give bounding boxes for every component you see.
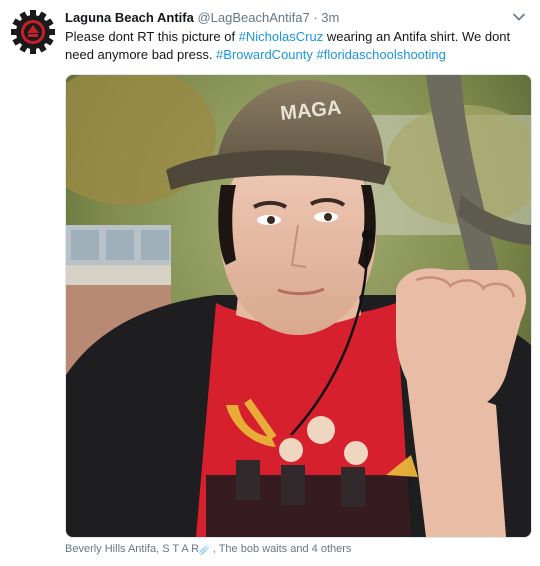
photo-illustration: MAGA [66,75,531,537]
display-name[interactable]: Laguna Beach Antifa [65,10,194,25]
chevron-down-icon[interactable] [512,10,526,24]
tweet-timestamp[interactable]: 3m [321,10,339,25]
hashtag-link-browardcounty[interactable]: #BrowardCounty [216,47,313,62]
hashtag-link-floridaschoolshooting[interactable]: #floridaschoolshooting [317,47,446,62]
user-handle[interactable]: @LagBeachAntifa7 [197,10,309,25]
separator-dot: · [313,10,318,25]
liked-by-text[interactable]: Beverly Hills Antifa, S T A R☄️, The bob… [65,542,351,556]
tweet-text: Please dont RT this picture of #Nicholas… [65,28,527,64]
tweet-header: Laguna Beach Antifa @LagBeachAntifa7 · 3… [65,9,500,26]
tweet-photo[interactable]: MAGA [65,74,532,538]
hashtag-link-nicholascruz[interactable]: #NicholasCruz [239,29,324,44]
antifa-gear-logo-icon [11,10,55,54]
tweet-card[interactable]: Laguna Beach Antifa @LagBeachAntifa7 · 3… [0,0,540,566]
tweet-text-part: Please dont RT this picture of [65,29,239,44]
avatar[interactable] [10,9,56,55]
